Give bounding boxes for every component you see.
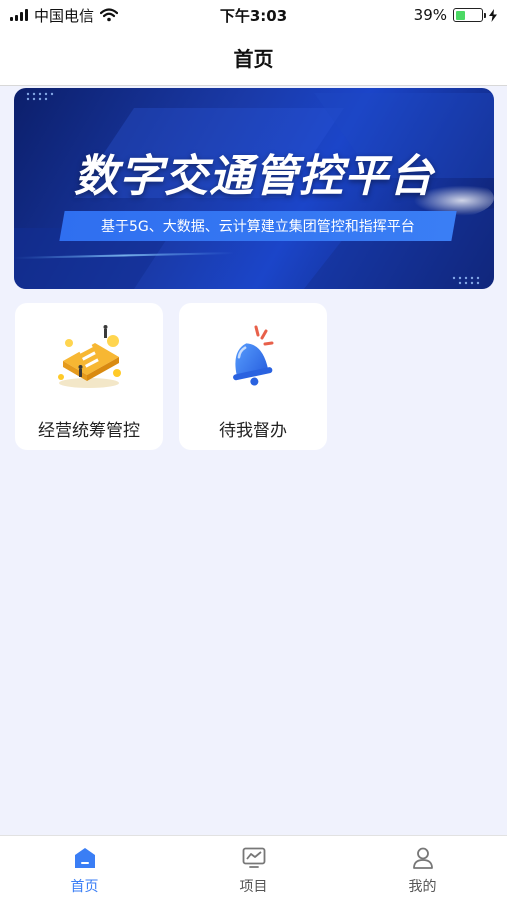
signal-icon — [10, 9, 28, 21]
status-bar: 中国电信 下午3:03 39% — [0, 0, 507, 30]
tile-pending-supervision[interactable]: 待我督办 — [179, 303, 327, 450]
page-title: 首页 — [233, 47, 274, 71]
status-right: 39% — [414, 6, 497, 24]
user-icon — [410, 846, 436, 870]
tab-label: 我的 — [408, 879, 437, 895]
tab-projects[interactable]: 项目 — [169, 836, 338, 900]
banner-title: 数字交通管控平台 — [74, 151, 434, 202]
bell-icon — [179, 321, 327, 393]
tab-label: 首页 — [70, 879, 99, 895]
carrier-label: 中国电信 — [34, 6, 95, 25]
tab-mine[interactable]: 我的 — [338, 836, 507, 900]
wifi-icon — [100, 8, 119, 22]
banner-subtitle-box: 基于5G、大数据、云计算建立集团管控和指挥平台 — [59, 211, 457, 241]
tab-home[interactable]: 首页 — [0, 836, 169, 900]
tile-label: 待我督办 — [219, 421, 287, 441]
tile-label: 经营统筹管控 — [38, 421, 140, 441]
chart-monitor-icon — [241, 846, 267, 870]
tab-label: 项目 — [239, 879, 268, 895]
tile-operations-control[interactable]: 经营统筹管控 — [15, 303, 163, 450]
charging-icon — [489, 8, 497, 22]
status-left: 中国电信 — [10, 5, 119, 26]
tab-bar: 首页 项目 我的 — [0, 835, 507, 900]
banner-subtitle: 基于5G、大数据、云计算建立集团管控和指挥平台 — [101, 219, 415, 235]
battery-icon — [453, 8, 486, 22]
home-icon — [72, 846, 98, 870]
operations-illustration-icon — [15, 321, 163, 393]
hero-banner[interactable]: 数字交通管控平台 基于5G、大数据、云计算建立集团管控和指挥平台 — [14, 88, 494, 289]
nav-bar: 首页 — [0, 30, 507, 86]
battery-percent: 39% — [413, 6, 447, 24]
